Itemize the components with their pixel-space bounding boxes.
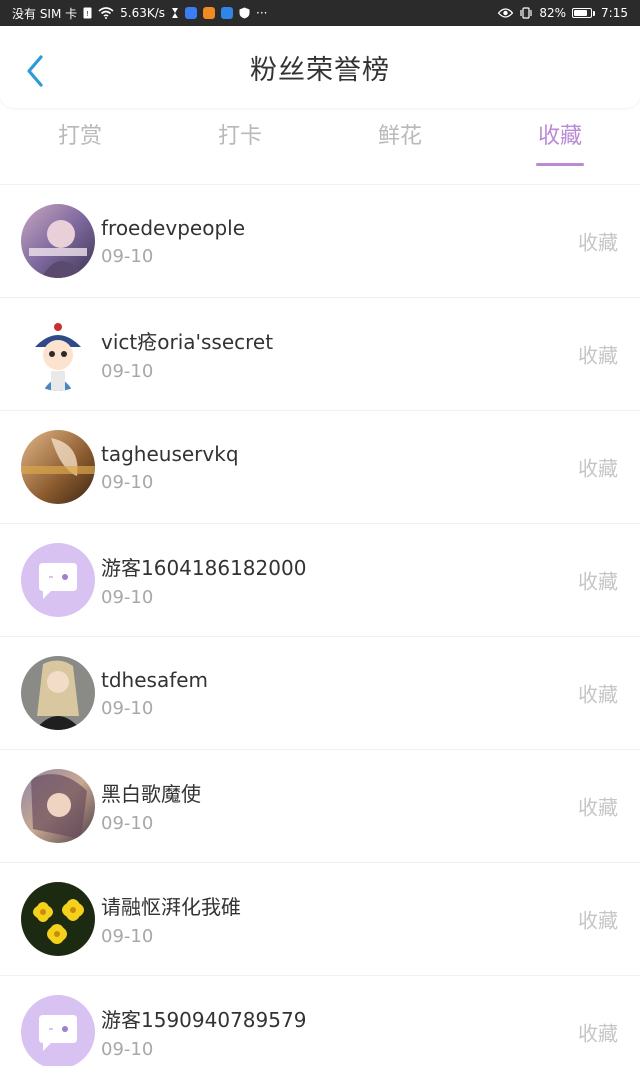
avatar[interactable] bbox=[21, 769, 95, 843]
item-date: 09-10 bbox=[101, 471, 154, 493]
page-title: 粉丝荣誉榜 bbox=[250, 54, 390, 86]
item-text: 游客1590940789579 09-10 bbox=[101, 1004, 306, 1060]
action-label: 收藏 bbox=[578, 569, 618, 594]
item-text: 游客1604186182000 09-10 bbox=[101, 552, 306, 608]
fan-list: froedevpeople 09-10 收藏 vict疮oria'ssecret… bbox=[0, 184, 640, 1066]
tab-checkin[interactable]: 打卡 bbox=[160, 118, 320, 168]
chat-bubble-icon bbox=[21, 995, 95, 1066]
action-label: 收藏 bbox=[578, 908, 618, 933]
list-item[interactable]: froedevpeople 09-10 收藏 bbox=[0, 184, 640, 297]
list-item[interactable]: vict疮oria'ssecret 09-10 收藏 bbox=[0, 297, 640, 410]
tab-bar: 打赏 打卡 鲜花 收藏 bbox=[0, 118, 640, 168]
user-name: tdhesafem bbox=[101, 667, 209, 692]
status-bar: 没有 SIM 卡 ! 5.63K/s ··· 82% 7:15 bbox=[0, 0, 640, 26]
cloud-icon bbox=[221, 7, 234, 19]
item-text: vict疮oria'ssecret 09-10 bbox=[101, 326, 273, 382]
chevron-left-icon bbox=[25, 54, 45, 92]
list-item[interactable]: 请融怄湃化我碓 09-10 收藏 bbox=[0, 862, 640, 975]
avatar[interactable] bbox=[21, 543, 95, 617]
tab-favorites[interactable]: 收藏 bbox=[480, 118, 640, 168]
tab-reward[interactable]: 打赏 bbox=[0, 118, 160, 168]
item-date: 09-10 bbox=[101, 245, 154, 267]
item-text: tagheuservkq 09-10 bbox=[101, 442, 239, 493]
tab-flowers[interactable]: 鲜花 bbox=[320, 118, 480, 168]
item-text: 请融怄湃化我碓 09-10 bbox=[101, 891, 241, 947]
list-item[interactable]: 游客1590940789579 09-10 收藏 bbox=[0, 975, 640, 1066]
carrier-text: 没有 SIM 卡 bbox=[12, 6, 78, 21]
flower-icon bbox=[21, 882, 95, 956]
tab-label: 打卡 bbox=[217, 124, 262, 149]
user-name: froedevpeople bbox=[101, 215, 245, 240]
app-notification-icon bbox=[185, 7, 198, 19]
clock-time: 7:15 bbox=[601, 6, 628, 20]
status-right: 82% 7:15 bbox=[498, 6, 628, 20]
avatar[interactable] bbox=[21, 204, 95, 278]
action-label: 收藏 bbox=[578, 230, 618, 255]
list-item[interactable]: 黑白歌魔使 09-10 收藏 bbox=[0, 749, 640, 862]
list-item[interactable]: tagheuservkq 09-10 收藏 bbox=[0, 410, 640, 523]
svg-text:!: ! bbox=[86, 10, 89, 18]
status-left: 没有 SIM 卡 ! 5.63K/s ··· bbox=[12, 5, 267, 22]
user-name: 黑白歌魔使 bbox=[101, 782, 201, 806]
net-speed-text: 5.63K/s bbox=[120, 6, 166, 20]
action-label: 收藏 bbox=[578, 343, 618, 368]
user-name: 游客1604186182000 bbox=[101, 556, 307, 580]
back-button[interactable] bbox=[18, 53, 52, 93]
item-text: tdhesafem 09-10 bbox=[101, 668, 208, 719]
action-label: 收藏 bbox=[578, 682, 618, 707]
item-date: 09-10 bbox=[101, 926, 154, 947]
hourglass-icon bbox=[171, 7, 179, 19]
item-date: 09-10 bbox=[101, 1039, 154, 1060]
page-header: 粉丝荣誉榜 bbox=[0, 26, 640, 108]
item-date: 09-10 bbox=[101, 361, 154, 382]
user-name: 请融怄湃化我碓 bbox=[101, 895, 241, 919]
list-item[interactable]: 游客1604186182000 09-10 收藏 bbox=[0, 523, 640, 636]
battery-percent: 82% bbox=[539, 6, 567, 20]
user-name: 游客1590940789579 bbox=[101, 1008, 307, 1032]
shield-icon bbox=[239, 7, 250, 19]
tab-label: 打赏 bbox=[57, 124, 102, 149]
item-text: froedevpeople 09-10 bbox=[101, 216, 245, 267]
sim-icon: ! bbox=[83, 7, 92, 19]
battery-icon bbox=[572, 8, 596, 18]
tab-label: 鲜花 bbox=[377, 124, 422, 149]
chat-bubble-icon bbox=[21, 543, 95, 617]
avatar[interactable] bbox=[21, 430, 95, 504]
action-label: 收藏 bbox=[578, 795, 618, 820]
avatar[interactable] bbox=[21, 317, 95, 391]
item-date: 09-10 bbox=[101, 813, 154, 834]
item-date: 09-10 bbox=[101, 697, 154, 719]
item-date: 09-10 bbox=[101, 587, 154, 608]
action-label: 收藏 bbox=[578, 1021, 618, 1046]
user-name: tagheuservkq bbox=[101, 441, 239, 466]
list-item[interactable]: tdhesafem 09-10 收藏 bbox=[0, 636, 640, 749]
item-text: 黑白歌魔使 09-10 bbox=[101, 778, 201, 834]
active-tab-indicator bbox=[536, 163, 584, 166]
action-label: 收藏 bbox=[578, 456, 618, 481]
vibrate-icon bbox=[519, 7, 533, 19]
user-name: vict疮oria'ssecret bbox=[101, 330, 274, 354]
more-icon: ··· bbox=[256, 6, 268, 20]
eye-icon bbox=[498, 8, 514, 18]
wifi-icon bbox=[98, 7, 114, 19]
avatar[interactable] bbox=[21, 995, 95, 1066]
tab-label: 收藏 bbox=[537, 124, 582, 149]
app-notification-icon bbox=[203, 7, 216, 19]
avatar[interactable] bbox=[21, 882, 95, 956]
avatar[interactable] bbox=[21, 656, 95, 730]
